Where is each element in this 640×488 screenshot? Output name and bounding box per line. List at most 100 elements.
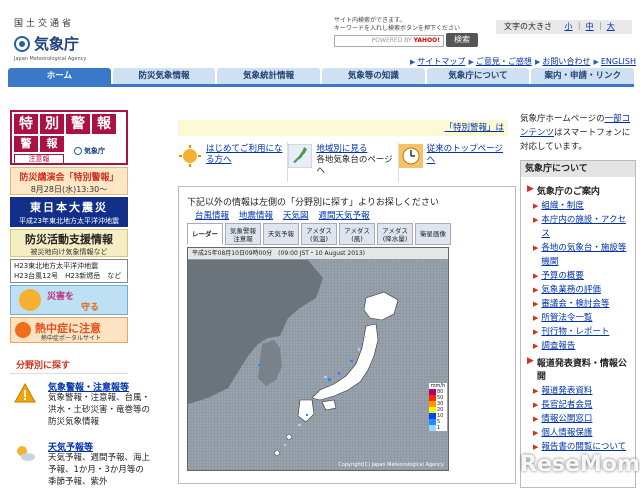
feature-by-region[interactable]: 地域別に見る 各地気象台のページへ xyxy=(288,142,399,182)
arrow-right-icon: ▶ xyxy=(533,286,539,294)
agency-logo[interactable]: 国土交通省 気象庁 Japan Meteorological Agency xyxy=(14,16,94,62)
map-tab-amedas-rain[interactable]: アメダス (降水量) xyxy=(377,223,413,245)
about-list-link[interactable]: 情報公開窓口 xyxy=(541,412,592,426)
feature-links: はじめてご利用になる方へ 地域別に見る 各地気象台のページへ 従来のトップページへ xyxy=(178,142,508,182)
about-list-link[interactable]: 長官記者会見 xyxy=(541,398,592,412)
font-size-large-button[interactable]: 大 xyxy=(607,22,615,31)
about-list-item[interactable]: ▶ 報道発表資料 xyxy=(527,384,631,398)
disaster-support-banner[interactable]: 防災活動支援情報 被災地向け気象情報など xyxy=(10,229,128,257)
left-banners: 特 別 警 報 警 報 注意報 気象庁 防災講演会「特別警報」 8月28日(水)… xyxy=(10,110,128,345)
about-box-list: ▶ 気象庁のご案内 ▶ 組織・制度 ▶ 本庁内の施設・アクセス ▶ 各地の気象台・施設等機関… xyxy=(521,177,635,454)
arrow-right-icon: ▶ xyxy=(593,57,599,66)
search-button[interactable]: 検索 xyxy=(446,33,478,47)
nav-tab-about[interactable]: 気象庁について xyxy=(426,68,530,84)
nav-tab-knowledge[interactable]: 気象等の知識 xyxy=(322,68,425,84)
main-navigation: ホーム 防災気象情報 気象統計情報 気象等の知識 気象庁について 案内・申請・リ… xyxy=(8,68,635,87)
map-tab-radar[interactable]: レーダー xyxy=(187,223,223,245)
category-warnings: 気象警報・注意報等 気象警報・注意報、台風・洪水・土砂災害・竜巻等の防災気象情報 xyxy=(10,380,150,436)
arrow-right-icon: ▶ xyxy=(533,415,539,423)
nav-tab-disaster-info[interactable]: 防災気象情報 xyxy=(112,68,216,84)
about-list-item[interactable]: ▶ 予算の概要 xyxy=(527,269,631,283)
guide-items: ▶ 組織・制度 ▶ 本庁内の施設・アクセス ▶ 各地の気象台・施設等機関 ▶ 予算の概要 ▶ 気象… xyxy=(527,199,631,353)
about-list-link[interactable]: 刊行物・レポート xyxy=(541,325,609,339)
font-size-small-button[interactable]: 小 xyxy=(565,22,573,31)
about-list-item[interactable]: ▶ 審議会・検討会等 xyxy=(527,297,631,311)
sun-mascot-icon xyxy=(15,322,31,338)
smartphone-notice: 気象庁ホームページの一部コンテンツはスマートフォンに対応しています。 xyxy=(520,114,631,152)
sun-cloud-icon xyxy=(17,446,35,461)
about-list-link[interactable]: 気象業務の評価 xyxy=(541,283,601,297)
font-size-control: 文字の大きさ 小 ｜ 中 ｜ 大 xyxy=(496,20,632,34)
press-items: ▶ 報道発表資料 ▶ 長官記者会見 ▶ 情報公開窓口 ▶ 個人情報保護 ▶ 報告書の閲覧について xyxy=(527,384,631,454)
map-tab-forecast[interactable]: 天気予報 xyxy=(263,223,299,245)
category-forecast: 天気予報等 天気予報、週間予報、海上予報、1か月・3か月等の季節予報、紫外 xyxy=(10,440,150,488)
special-warning-banner[interactable]: 特 別 警 報 警 報 注意報 気象庁 xyxy=(10,110,128,165)
ministry-name: 国土交通省 xyxy=(14,19,75,29)
map-tab-warnings[interactable]: 気象警報 注意報 xyxy=(225,223,261,245)
map-tab-amedas-temp[interactable]: アメダス (気温) xyxy=(301,223,337,245)
earthquake-banner[interactable]: 東日本大震災 平成23年東北地方太平洋沖地震 xyxy=(10,197,128,227)
about-list-item[interactable]: ▶ 気象業務の評価 xyxy=(527,283,631,297)
arrow-right-icon: ▶ xyxy=(534,57,541,66)
map-tab-satellite[interactable]: 衛星画像 xyxy=(415,223,451,245)
map-tab-amedas-temp-label: アメダス (気温) xyxy=(306,227,332,243)
watermark-logo: ReseMom xyxy=(520,452,640,477)
about-list-link[interactable]: 審議会・検討会等 xyxy=(541,297,609,311)
about-list-item[interactable]: ▶ 所管法令一覧 xyxy=(527,311,631,325)
feature-old-top[interactable]: 従来のトップページへ xyxy=(398,142,508,182)
about-list-link[interactable]: 所管法令一覧 xyxy=(541,311,592,325)
map-tab-amedas-rain-label: アメダス (降水量) xyxy=(382,227,408,243)
util-link-feedback[interactable]: ▶ ご意見・ご感想 xyxy=(468,56,531,67)
about-list-link[interactable]: 調査報告 xyxy=(541,339,575,353)
search-input[interactable]: POWERED BY YAHOO! xyxy=(334,35,444,47)
about-list-item[interactable]: ▶ 刊行物・レポート xyxy=(527,325,631,339)
arrow-right-icon: ▶ xyxy=(533,272,539,280)
arrow-right-icon: ▶ xyxy=(533,342,539,350)
h23-events-banner[interactable]: H23東北地方太平洋沖地震 H23台風12号 H23新燃岳 など xyxy=(10,259,128,283)
arrow-right-icon: ▶ xyxy=(527,184,534,194)
arrow-right-icon: ▶ xyxy=(533,387,539,395)
nav-tab-statistics[interactable]: 気象統計情報 xyxy=(217,68,321,84)
about-list-item[interactable]: ▶ 個人情報保護 xyxy=(527,426,631,440)
about-list-link[interactable]: 個人情報保護 xyxy=(541,426,592,440)
legend-swatch xyxy=(429,425,436,431)
link-weekly-forecast[interactable]: 週間天気予報 xyxy=(319,209,370,221)
jma-logo-icon xyxy=(74,147,82,155)
warning-icon xyxy=(14,382,36,403)
arrow-right-icon: ▶ xyxy=(533,429,539,437)
nav-tab-guide[interactable]: 案内・申請・リンク xyxy=(531,68,635,84)
about-list-item[interactable]: ▶ 本庁内の施設・アクセス xyxy=(527,213,631,241)
arrow-right-icon: ▶ xyxy=(533,300,539,308)
about-list-link[interactable]: 本庁内の施設・アクセス xyxy=(541,213,631,241)
about-list-link[interactable]: 予算の概要 xyxy=(541,269,584,283)
kids-disaster-banner[interactable]: 災害を 守る xyxy=(10,285,128,315)
feature-first-time[interactable]: はじめてご利用になる方へ xyxy=(178,142,289,182)
legend-label: 1 xyxy=(437,425,441,431)
agency-name: 気象庁 xyxy=(34,35,80,53)
about-list-link[interactable]: 組織・制度 xyxy=(541,199,584,213)
clock-icon xyxy=(398,144,423,168)
about-list-link[interactable]: 各地の気象台・施設等機関 xyxy=(541,241,631,269)
arrow-right-icon: ▶ xyxy=(527,356,534,366)
util-link-contact[interactable]: ▶ お問い合わせ xyxy=(535,56,590,67)
link-typhoon[interactable]: 台風情報 xyxy=(195,209,229,221)
util-link-sitemap[interactable]: ▶ サイトマップ xyxy=(410,56,465,67)
util-link-english[interactable]: ▶ ENGLISH xyxy=(593,56,636,67)
font-size-medium-button[interactable]: 中 xyxy=(586,22,594,31)
radar-map[interactable]: 平成25年08月10日09時00分 (09:00 JST・10 August 2… xyxy=(187,247,449,471)
special-warning-link[interactable]: 「特別警報」は xyxy=(444,123,504,133)
about-list-item[interactable]: ▶ 長官記者会見 xyxy=(527,398,631,412)
map-copyright: Copyright(C) Japan Meteorological Agency xyxy=(338,462,444,468)
lecture-banner[interactable]: 防災講演会「特別警報」 8月28日(水)13:30～ xyxy=(10,167,128,195)
about-list-item[interactable]: ▶ 情報公開窓口 xyxy=(527,412,631,426)
link-earthquake[interactable]: 地震情報 xyxy=(239,209,273,221)
about-list-item[interactable]: ▶ 組織・制度 xyxy=(527,199,631,213)
about-list-item[interactable]: ▶ 調査報告 xyxy=(527,339,631,353)
jma-logo-icon xyxy=(14,35,30,52)
map-tab-amedas-wind[interactable]: アメダス (風) xyxy=(339,223,375,245)
nav-tab-home[interactable]: ホーム xyxy=(8,68,111,84)
link-weather-chart[interactable]: 天気図 xyxy=(283,209,309,221)
about-list-link[interactable]: 報道発表資料 xyxy=(541,384,592,398)
heatstroke-banner[interactable]: 熱中症に注意 熱中症ポータルサイト xyxy=(10,317,128,343)
about-list-item[interactable]: ▶ 各地の気象台・施設等機関 xyxy=(527,241,631,269)
